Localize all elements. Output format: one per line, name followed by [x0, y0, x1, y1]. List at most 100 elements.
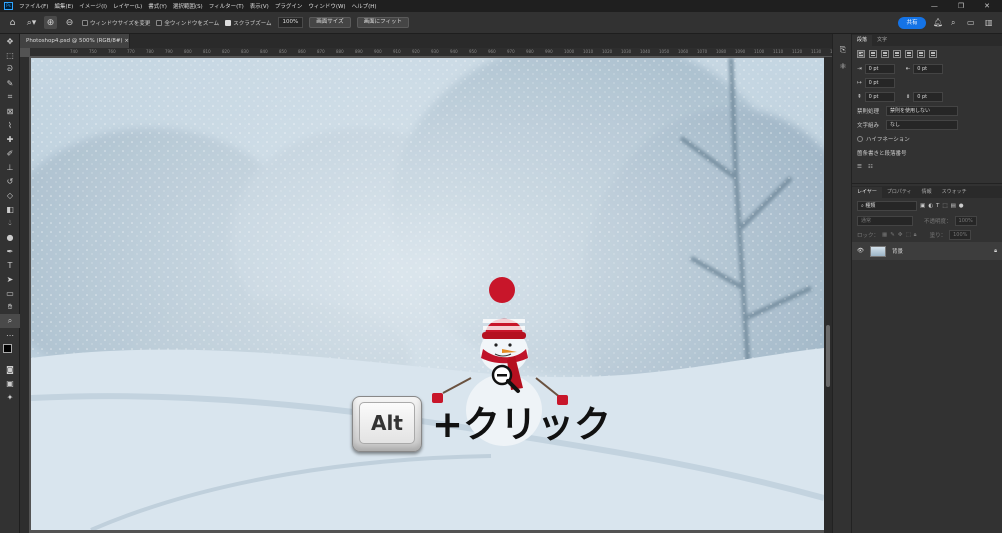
kinsoku-select[interactable]: 禁則を使用しない	[886, 106, 958, 116]
path-select-tool-icon[interactable]: ➤	[0, 272, 20, 286]
menu-item[interactable]: ヘルプ(H)	[349, 2, 380, 10]
quick-select-tool-icon[interactable]: ✎	[0, 76, 20, 90]
vertical-scrollbar[interactable]	[824, 57, 832, 533]
tab-character[interactable]: 文字	[872, 35, 892, 46]
close-window-button[interactable]: ✕	[984, 2, 990, 10]
menu-item[interactable]: 選択範囲(S)	[170, 2, 206, 10]
healing-brush-tool-icon[interactable]: ✚	[0, 132, 20, 146]
zoom-in-icon[interactable]: ⊕	[44, 16, 57, 29]
share-button[interactable]: 共有	[898, 17, 926, 29]
hyphenation-row[interactable]: ハイフネーション	[852, 132, 1002, 146]
document-canvas[interactable]	[31, 58, 824, 530]
tab-swatches[interactable]: スウォッチ	[937, 187, 972, 198]
bullet-list-icon[interactable]: ☰	[857, 164, 862, 170]
document-tab[interactable]: Photoshop4.psd @ 500% (RGB/8#) ×	[20, 34, 130, 48]
clone-stamp-tool-icon[interactable]: ⊥	[0, 160, 20, 174]
move-tool-icon[interactable]: ✥	[0, 34, 20, 48]
bell-icon[interactable]: 🔔︎	[933, 18, 943, 27]
align-right-icon[interactable]	[881, 50, 889, 58]
workspace-icon[interactable]: ▭	[967, 18, 975, 27]
type-tool-icon[interactable]: T	[0, 258, 20, 272]
history-brush-tool-icon[interactable]: ↺	[0, 174, 20, 188]
screen-mode-icon[interactable]: ▣	[0, 376, 20, 390]
home-icon[interactable]: ⌂	[6, 16, 19, 29]
quick-mask-icon[interactable]: ◙	[0, 362, 20, 376]
adjustments-panel-icon[interactable]: ⚛	[833, 58, 853, 74]
gradient-tool-icon[interactable]: ◧	[0, 202, 20, 216]
zoom-tool-icon[interactable]: ⌕	[0, 314, 20, 328]
justify-all-icon[interactable]	[929, 50, 937, 58]
brush-tool-icon[interactable]: ✐	[0, 146, 20, 160]
lock-artboard-icon[interactable]: ⬚	[905, 232, 910, 238]
fill-screen-button[interactable]: 画面にフィット	[356, 17, 409, 28]
zoom-tool-preset-icon[interactable]: ⌕▾	[25, 16, 38, 29]
lock-pixels-icon[interactable]: ▦	[882, 232, 887, 238]
tab-info[interactable]: 情報	[917, 187, 937, 198]
indent-right-field[interactable]: 0 pt	[913, 64, 944, 74]
justify-last-left-icon[interactable]	[893, 50, 901, 58]
menu-item[interactable]: レイヤー(L)	[110, 2, 145, 10]
tab-properties[interactable]: プロパティ	[882, 187, 917, 198]
crop-tool-icon[interactable]: ⌗	[0, 90, 20, 104]
maximize-button[interactable]: ❐	[958, 2, 964, 10]
resize-windows-checkbox[interactable]: ウィンドウサイズを変更	[82, 19, 150, 27]
menu-item[interactable]: 表示(V)	[247, 2, 272, 10]
space-before-field[interactable]: 0 pt	[864, 92, 895, 102]
menu-item[interactable]: ファイル(F)	[16, 2, 51, 10]
zoom-percent-field[interactable]: 100%	[277, 17, 304, 28]
menu-item[interactable]: イメージ(I)	[76, 2, 110, 10]
color-swatches[interactable]	[0, 342, 20, 362]
marquee-tool-icon[interactable]: ⬚	[0, 48, 20, 62]
pen-tool-icon[interactable]: ✒	[0, 244, 20, 258]
align-center-icon[interactable]	[869, 50, 877, 58]
mojikumi-select[interactable]: なし	[886, 120, 958, 130]
visibility-eye-icon[interactable]: 👁︎	[857, 248, 864, 254]
opacity-field[interactable]: 100%	[954, 216, 977, 226]
blur-tool-icon[interactable]: 💧︎	[0, 216, 20, 230]
minimize-button[interactable]: —	[931, 2, 938, 10]
hyphenation-checkbox[interactable]	[857, 136, 863, 142]
more-tools-icon[interactable]: ⋯	[0, 328, 20, 342]
dodge-tool-icon[interactable]: ●	[0, 230, 20, 244]
justify-last-center-icon[interactable]	[905, 50, 913, 58]
history-panel-icon[interactable]: ⎘	[833, 42, 853, 58]
indent-left-field[interactable]: 0 pt	[864, 64, 895, 74]
justify-last-right-icon[interactable]	[917, 50, 925, 58]
menu-item[interactable]: 書式(Y)	[145, 2, 170, 10]
eyedropper-tool-icon[interactable]: ⌇	[0, 118, 20, 132]
generative-icon[interactable]: ✦	[0, 390, 20, 404]
lock-all-icon[interactable]: 🔒︎	[914, 232, 917, 239]
lasso-tool-icon[interactable]: ᘐ	[0, 62, 20, 76]
filter-smart-icon[interactable]: ▤	[951, 203, 956, 209]
space-after-field[interactable]: 0 pt	[913, 92, 944, 102]
zoom-out-icon[interactable]: ⊖	[63, 16, 76, 29]
blend-mode-select[interactable]: 通常	[857, 216, 913, 226]
tab-layers[interactable]: レイヤー	[852, 187, 882, 198]
scrubby-zoom-checkbox[interactable]: スクラブズーム	[225, 19, 272, 27]
eraser-tool-icon[interactable]: ◇	[0, 188, 20, 202]
rectangle-tool-icon[interactable]: ▭	[0, 286, 20, 300]
filter-pixel-icon[interactable]: ▣	[920, 203, 925, 209]
first-line-indent-field[interactable]: 0 pt	[864, 78, 895, 88]
fill-field[interactable]: 100%	[949, 230, 972, 240]
filter-toggle-icon[interactable]: ●	[959, 203, 964, 209]
search-icon[interactable]: ⌕	[951, 18, 955, 28]
frame-tool-icon[interactable]: ⊠	[0, 104, 20, 118]
tab-paragraph[interactable]: 段落	[852, 35, 873, 46]
close-document-icon[interactable]: ×	[124, 38, 129, 44]
filter-type-icon[interactable]: T	[936, 203, 939, 209]
filter-adjust-icon[interactable]: ◐	[928, 203, 933, 209]
panel-layout-icon[interactable]: ▥	[985, 18, 993, 27]
scrollbar-thumb[interactable]	[826, 325, 830, 387]
hand-tool-icon[interactable]: ✋︎	[0, 300, 20, 314]
zoom-all-checkbox[interactable]: 全ウィンドウをズーム	[156, 19, 219, 27]
menu-item[interactable]: フィルター(T)	[206, 2, 247, 10]
layer-kind-filter[interactable]: ⌕ 種類	[857, 201, 917, 211]
lock-paint-icon[interactable]: ✎	[890, 232, 895, 238]
menu-item[interactable]: ウィンドウ(W)	[305, 2, 348, 10]
numbered-list-icon[interactable]: ☷	[868, 164, 873, 170]
layer-row-background[interactable]: 👁︎ 背景 🔒︎	[852, 242, 1002, 260]
foreground-color-swatch[interactable]	[3, 344, 12, 353]
filter-shape-icon[interactable]: ⬚	[942, 203, 947, 209]
menu-item[interactable]: 編集(E)	[51, 2, 76, 10]
